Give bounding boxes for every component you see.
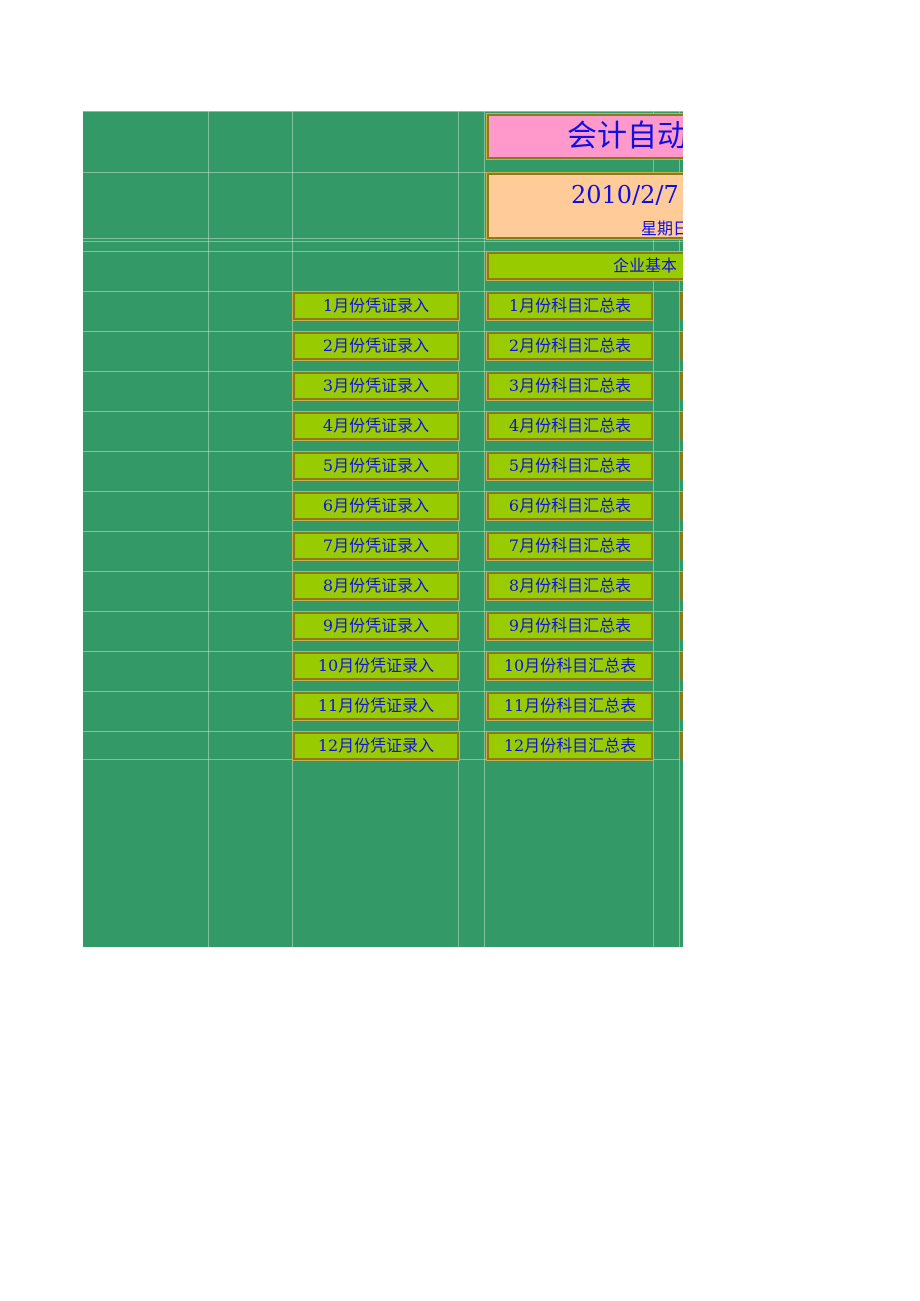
voucher-entry-label: 9月份凭证录入	[322, 616, 430, 635]
voucher-entry-label: 3月份凭证录入	[322, 376, 430, 395]
clipped-button-edge	[680, 532, 683, 560]
account-summary-button-12[interactable]: 12月份科目汇总表	[486, 731, 654, 761]
voucher-entry-label: 5月份凭证录入	[322, 456, 430, 475]
account-summary-button-3[interactable]: 3月份科目汇总表	[486, 371, 654, 401]
clipped-button-edge	[680, 332, 683, 360]
page-title: 会计自动	[567, 119, 683, 154]
clipped-button-edge	[680, 452, 683, 480]
voucher-entry-button-7[interactable]: 7月份凭证录入	[292, 531, 460, 561]
account-summary-button-6[interactable]: 6月份科目汇总表	[486, 491, 654, 521]
voucher-entry-button-2[interactable]: 2月份凭证录入	[292, 331, 460, 361]
voucher-entry-button-12[interactable]: 12月份凭证录入	[292, 731, 460, 761]
voucher-entry-label: 8月份凭证录入	[322, 576, 430, 595]
account-summary-label: 3月份科目汇总表	[508, 376, 632, 395]
current-weekday: 星期日	[641, 219, 683, 238]
account-summary-label: 12月份科目汇总表	[503, 736, 637, 755]
voucher-entry-button-1[interactable]: 1月份凭证录入	[292, 291, 460, 321]
column-gridline	[292, 111, 293, 947]
clipped-button-edge	[680, 372, 683, 400]
account-summary-label: 4月份科目汇总表	[508, 416, 632, 435]
clipped-button-edge	[680, 652, 683, 680]
voucher-entry-label: 1月份凭证录入	[322, 296, 430, 315]
voucher-entry-label: 11月份凭证录入	[317, 696, 435, 715]
voucher-entry-label: 4月份凭证录入	[322, 416, 430, 435]
spreadsheet-sheet: 会计自动 2010/2/7 星期日 企业基本 1月份凭证录入 2月份凭证录入 3…	[83, 111, 683, 947]
column-gridline	[458, 111, 459, 947]
column-gridline	[208, 111, 209, 947]
account-summary-button-1[interactable]: 1月份科目汇总表	[486, 291, 654, 321]
account-summary-button-2[interactable]: 2月份科目汇总表	[486, 331, 654, 361]
clipped-button-edge	[680, 492, 683, 520]
account-summary-label: 1月份科目汇总表	[508, 296, 632, 315]
account-summary-button-8[interactable]: 8月份科目汇总表	[486, 571, 654, 601]
company-info-label: 企业基本	[613, 256, 678, 275]
account-summary-button-4[interactable]: 4月份科目汇总表	[486, 411, 654, 441]
account-summary-button-7[interactable]: 7月份科目汇总表	[486, 531, 654, 561]
account-summary-button-5[interactable]: 5月份科目汇总表	[486, 451, 654, 481]
date-cell: 2010/2/7 星期日	[486, 172, 683, 240]
clipped-button-edge	[680, 612, 683, 640]
clipped-button-edge	[680, 692, 683, 720]
account-summary-button-10[interactable]: 10月份科目汇总表	[486, 651, 654, 681]
column-gridline	[484, 111, 485, 947]
account-summary-button-11[interactable]: 11月份科目汇总表	[486, 691, 654, 721]
current-date: 2010/2/7	[571, 181, 679, 209]
account-summary-label: 9月份科目汇总表	[508, 616, 632, 635]
clipped-button-edge	[680, 572, 683, 600]
clipped-button-edge	[680, 412, 683, 440]
voucher-entry-label: 6月份凭证录入	[322, 496, 430, 515]
voucher-entry-button-9[interactable]: 9月份凭证录入	[292, 611, 460, 641]
account-summary-label: 6月份科目汇总表	[508, 496, 632, 515]
account-summary-label: 5月份科目汇总表	[508, 456, 632, 475]
account-summary-label: 8月份科目汇总表	[508, 576, 632, 595]
voucher-entry-label: 7月份凭证录入	[322, 536, 430, 555]
account-summary-label: 10月份科目汇总表	[503, 656, 637, 675]
voucher-entry-button-3[interactable]: 3月份凭证录入	[292, 371, 460, 401]
account-summary-label: 11月份科目汇总表	[503, 696, 637, 715]
account-summary-button-9[interactable]: 9月份科目汇总表	[486, 611, 654, 641]
voucher-entry-button-8[interactable]: 8月份凭证录入	[292, 571, 460, 601]
voucher-entry-button-11[interactable]: 11月份凭证录入	[292, 691, 460, 721]
account-summary-label: 2月份科目汇总表	[508, 336, 632, 355]
voucher-entry-button-10[interactable]: 10月份凭证录入	[292, 651, 460, 681]
title-cell: 会计自动	[486, 113, 683, 160]
row-gridline	[83, 111, 683, 112]
account-summary-label: 7月份科目汇总表	[508, 536, 632, 555]
company-info-button[interactable]: 企业基本	[486, 251, 683, 281]
voucher-entry-label: 10月份凭证录入	[317, 656, 435, 675]
voucher-entry-button-6[interactable]: 6月份凭证录入	[292, 491, 460, 521]
voucher-entry-label: 12月份凭证录入	[317, 736, 435, 755]
voucher-entry-label: 2月份凭证录入	[322, 336, 430, 355]
voucher-entry-button-4[interactable]: 4月份凭证录入	[292, 411, 460, 441]
voucher-entry-button-5[interactable]: 5月份凭证录入	[292, 451, 460, 481]
clipped-button-edge	[680, 292, 683, 320]
row-gridline	[83, 241, 683, 242]
clipped-button-edge	[680, 732, 683, 760]
